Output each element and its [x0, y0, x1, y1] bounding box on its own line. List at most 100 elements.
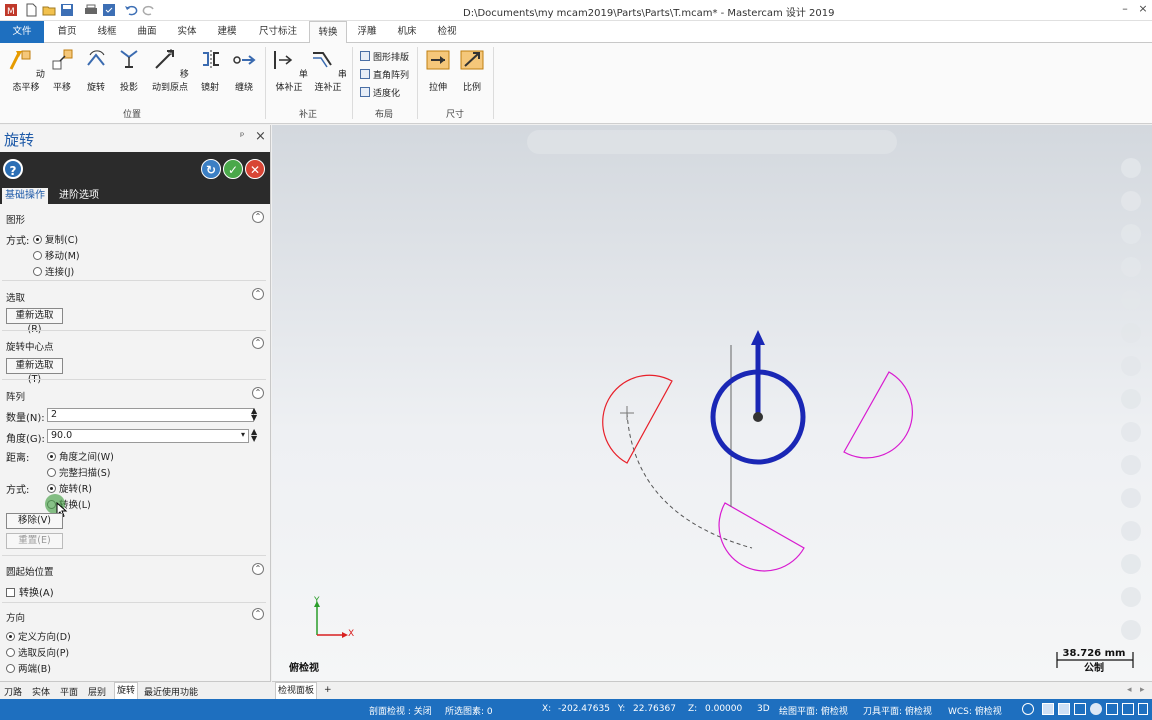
remove-button[interactable]: 移除(V): [6, 513, 63, 529]
mode-3d-toggle[interactable]: 3D: [757, 704, 770, 714]
nesting-button[interactable]: 图形排版: [360, 50, 409, 63]
circle-icon[interactable]: [1121, 224, 1141, 244]
wrap-button[interactable]: 缠绕: [230, 47, 258, 93]
collapse-chevron-icon[interactable]: ⌃: [252, 211, 264, 223]
shaded-mode-icon[interactable]: [1058, 703, 1070, 715]
arc-icon[interactable]: [1121, 257, 1141, 277]
tab-surfaces[interactable]: 曲面: [132, 21, 162, 43]
help-icon[interactable]: ?: [3, 159, 23, 179]
globe-icon[interactable]: [1022, 703, 1034, 715]
scroll-right-icon[interactable]: ▸: [1140, 685, 1145, 695]
ok-checkmark-icon[interactable]: ✓: [223, 159, 243, 179]
count-input[interactable]: 2: [47, 408, 254, 422]
collapse-chevron-icon[interactable]: ⌃: [252, 337, 264, 349]
open-file-icon[interactable]: [42, 3, 56, 17]
collapse-chevron-icon[interactable]: ⌃: [252, 387, 264, 399]
save-as-icon[interactable]: [102, 3, 116, 17]
cancel-x-icon[interactable]: ✕: [245, 159, 265, 179]
monolithic-offset-button[interactable]: 单体补正: [270, 47, 308, 93]
backside-icon[interactable]: [1122, 703, 1134, 715]
tab-basic[interactable]: 基础操作: [2, 188, 48, 204]
reselect-button[interactable]: 重新选取(R): [6, 308, 63, 335]
tab-transform[interactable]: 转换: [309, 21, 347, 44]
radio-reverse-direction[interactable]: 选取反向(P): [6, 645, 69, 659]
wireframe-mode-icon[interactable]: [1074, 703, 1086, 715]
gnomon-arrow-icon[interactable]: [751, 330, 765, 345]
fit-button[interactable]: 适度化: [360, 86, 400, 99]
radio-rotate[interactable]: 旋转(R): [47, 481, 92, 495]
trim-icon[interactable]: [1121, 290, 1141, 310]
mgr-tab-rotate[interactable]: 旋转: [114, 682, 139, 700]
print-icon[interactable]: [84, 3, 98, 17]
translate-button[interactable]: 平移: [50, 47, 74, 93]
mirror-button[interactable]: 镜射: [198, 47, 222, 93]
solid-icon[interactable]: [1121, 389, 1141, 409]
dynamic-translate-button[interactable]: 动态平移: [6, 47, 46, 93]
save-icon[interactable]: [60, 3, 74, 17]
tab-machine[interactable]: 机床: [392, 21, 422, 43]
ok-and-create-new-icon[interactable]: ↻: [201, 159, 221, 179]
minimize-button[interactable]: –: [1118, 2, 1132, 16]
panel-close-icon[interactable]: ×: [255, 129, 266, 144]
tab-advanced[interactable]: 进阶选项: [56, 188, 102, 204]
fillet-icon[interactable]: [1121, 356, 1141, 376]
translucency-icon[interactable]: [1106, 703, 1118, 715]
close-window-button[interactable]: ×: [1136, 2, 1150, 16]
collapse-chevron-icon[interactable]: ⌃: [252, 563, 264, 575]
stack-icon[interactable]: [1121, 554, 1141, 574]
reselect-center-button[interactable]: 重新选取(T): [6, 358, 63, 385]
radio-full-sweep[interactable]: 完整扫描(S): [47, 465, 110, 479]
angle-spinner-icon[interactable]: ▲ ▼: [251, 428, 257, 443]
scroll-left-icon[interactable]: ◂: [1127, 685, 1132, 695]
radio-copy[interactable]: 复制(C): [33, 232, 78, 246]
tab-dimension[interactable]: 尺寸标注: [255, 21, 301, 43]
radio-define-direction[interactable]: 定义方向(D): [6, 629, 71, 643]
radio-move[interactable]: 移动(M): [33, 248, 80, 262]
clear-icon[interactable]: [1121, 620, 1141, 640]
undo-icon[interactable]: [124, 3, 138, 17]
tab-wireframe[interactable]: 线框: [92, 21, 122, 43]
original-arc[interactable]: [602, 374, 673, 464]
new-file-icon[interactable]: [24, 3, 38, 17]
tab-model-prep[interactable]: 建模: [212, 21, 242, 43]
layer-icon[interactable]: [1121, 455, 1141, 475]
tab-file[interactable]: 文件: [0, 21, 44, 43]
radio-both-ends[interactable]: 两端(B): [6, 661, 51, 675]
chain-offset-button[interactable]: 串连补正: [309, 47, 347, 93]
line-icon[interactable]: [1121, 191, 1141, 211]
scale-button[interactable]: 比例: [458, 47, 486, 93]
tab-home[interactable]: 首页: [52, 21, 82, 43]
gnomon-center[interactable]: [753, 412, 763, 422]
add-sheet-button[interactable]: +: [324, 685, 332, 695]
analyze-icon[interactable]: [1121, 521, 1141, 541]
rectangular-array-button[interactable]: 直角阵列: [360, 68, 409, 81]
info-icon[interactable]: [1138, 703, 1148, 715]
zoom-icon[interactable]: [1121, 158, 1141, 178]
surface-icon[interactable]: [1121, 422, 1141, 442]
mgr-tab-levels[interactable]: 层别: [88, 685, 106, 698]
reset-button[interactable]: 重置(E): [6, 533, 63, 549]
mgr-tab-toolpaths[interactable]: 刀路: [4, 685, 22, 698]
graphics-viewport[interactable]: Y X 俯检视 38.726 mm 公制: [272, 125, 1152, 681]
pin-icon[interactable]: ᵖ: [240, 131, 244, 142]
radio-between-angles[interactable]: 角度之间(W): [47, 449, 114, 463]
display-mode-icon[interactable]: [1042, 703, 1054, 715]
arc-start-checkbox[interactable]: 转换(A): [6, 584, 54, 599]
section-view-status[interactable]: 剖面检视 : 关闭: [369, 704, 432, 717]
angle-input[interactable]: 90.0: [47, 429, 249, 443]
angle-dropdown-icon[interactable]: ▾: [241, 430, 245, 439]
rotated-copy-bottom[interactable]: [718, 502, 805, 572]
collapse-chevron-icon[interactable]: ⌃: [252, 288, 264, 300]
settings-gear-icon[interactable]: [1121, 587, 1141, 607]
mgr-tab-recent[interactable]: 最近使用功能: [144, 685, 198, 698]
collapse-chevron-icon[interactable]: ⌃: [252, 608, 264, 620]
gplane-status[interactable]: 绘图平面: 俯检视: [779, 704, 848, 717]
move-to-origin-button[interactable]: 移动到原点: [147, 47, 193, 93]
project-button[interactable]: 投影: [116, 47, 142, 93]
redo-icon[interactable]: [142, 3, 156, 17]
tab-relief[interactable]: 浮雕: [352, 21, 382, 43]
rotated-copy-right[interactable]: [843, 371, 913, 459]
tplane-status[interactable]: 刀具平面: 俯检视: [863, 704, 932, 717]
radio-join[interactable]: 连接(J): [33, 264, 74, 278]
sphere-icon[interactable]: [1090, 703, 1102, 715]
